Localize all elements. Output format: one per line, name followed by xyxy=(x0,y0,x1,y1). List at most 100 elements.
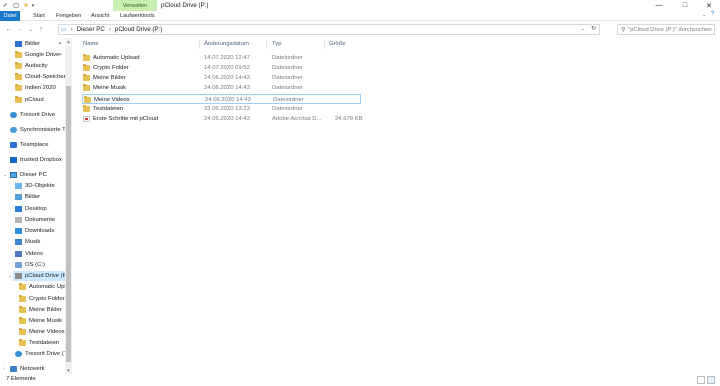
nav-item-teamplace[interactable]: Teamplace xyxy=(10,140,49,150)
breadcrumb-separator-icon: › xyxy=(70,26,73,33)
file-name: Automatic Upload xyxy=(93,55,140,61)
tab-view[interactable]: Ansicht xyxy=(87,11,113,21)
nav-item-musik[interactable]: Musik xyxy=(15,237,40,247)
quick-access-checkmark-icon[interactable]: ✓ xyxy=(1,1,10,10)
nav-item-trusted-dropbox[interactable]: trusted Dropbox xyxy=(10,155,62,165)
nav-item-synchronisierte[interactable]: Synchronisierte Tr xyxy=(10,125,67,135)
nav-scrollbar-thumb[interactable] xyxy=(66,86,71,362)
breadcrumb-pcloud-drive[interactable]: pCloud Drive (P:) xyxy=(115,26,162,33)
file-row[interactable]: Erste Schritte mit pCloud 24.06.2020 14:… xyxy=(82,114,363,124)
address-dropdown-icon[interactable]: ⌄ xyxy=(581,25,585,34)
dropbox-icon xyxy=(10,157,17,163)
network-icon xyxy=(10,366,17,372)
pcloud-drive-icon xyxy=(15,273,22,279)
folder-icon xyxy=(15,96,22,103)
file-name: Meine Bilder xyxy=(93,75,126,81)
tab-share[interactable]: Freigeben xyxy=(52,11,85,21)
folder-icon xyxy=(15,84,22,91)
folder-icon xyxy=(19,295,26,302)
column-header-type[interactable]: Typ xyxy=(272,39,282,50)
file-row[interactable]: Meine Bilder 24.06.2020 14:43 Dateiordne… xyxy=(82,73,361,83)
nav-item-bilder[interactable]: Bilder xyxy=(15,192,40,202)
file-row[interactable]: Meine Videos 24.06.2020 14:43 Dateiordne… xyxy=(82,94,361,104)
expand-chevron-icon[interactable]: ⌄ xyxy=(3,172,7,178)
nav-item-google-drive[interactable]: Google Drive xyxy=(15,50,59,60)
nav-item-tresorit-drive[interactable]: Tresorit Drive xyxy=(10,110,55,120)
nav-item-tresorit-drive-t[interactable]: Tresorit Drive (T: xyxy=(15,349,68,359)
sync-icon xyxy=(10,127,17,133)
chevron-down-icon[interactable]: ▾ xyxy=(30,1,36,10)
nav-item-automatic-upload[interactable]: Automatic Uplo xyxy=(19,282,69,292)
column-header-name[interactable]: Name xyxy=(83,39,99,50)
tresorit-drive-icon xyxy=(15,351,22,357)
nav-item-meine-videos[interactable]: Meine Videos xyxy=(19,327,65,337)
scroll-down-icon[interactable]: ▾ xyxy=(65,367,72,374)
nav-item-testdateien[interactable]: Testdateien xyxy=(19,338,59,348)
forward-arrow-icon[interactable]: → xyxy=(15,24,25,35)
tab-file[interactable]: Datei xyxy=(0,11,20,21)
nav-item-videos[interactable]: Videos xyxy=(15,249,43,259)
ribbon-expand-icon[interactable]: ⌄ xyxy=(702,12,706,18)
column-header-date[interactable]: Änderungsdatum xyxy=(204,39,249,50)
3d-objects-icon xyxy=(15,183,22,189)
address-bar[interactable]: ▭ › Dieser PC › pCloud Drive (P:) ⌄ ↻ xyxy=(58,24,600,35)
file-date: 14.07.2020 09:52 xyxy=(204,65,250,71)
nav-item-pcloud-drive[interactable]: pCloud Drive (P:) xyxy=(13,271,70,281)
nav-item-netzwerk[interactable]: Netzwerk xyxy=(10,364,45,374)
pin-icon: ✦ xyxy=(58,52,63,58)
file-date: 24.06.2020 14:43 xyxy=(204,75,250,81)
file-type: Dateiordner xyxy=(272,85,303,91)
nav-item-bilder-pinned[interactable]: Bilder xyxy=(15,39,40,49)
expand-chevron-icon[interactable]: ⌄ xyxy=(8,273,12,279)
help-icon[interactable]: ? xyxy=(711,11,714,17)
details-view-icon[interactable] xyxy=(697,376,705,384)
expand-chevron-icon[interactable]: › xyxy=(3,366,5,372)
nav-item-downloads[interactable]: Downloads xyxy=(15,226,54,236)
nav-item-3d-objekte[interactable]: 3D-Objekte xyxy=(15,181,55,191)
nav-item-indien-2020[interactable]: Indien 2020 xyxy=(15,83,56,93)
scroll-up-icon[interactable]: ▴ xyxy=(65,38,72,45)
back-arrow-icon[interactable]: ← xyxy=(4,24,14,35)
minimize-button[interactable]: — xyxy=(648,0,670,11)
recent-locations-chevron-icon[interactable]: ⌄ xyxy=(26,24,36,35)
file-date: 24.06.2020 14:43 xyxy=(204,85,250,91)
item-count: 7 Elemente xyxy=(6,376,36,382)
nav-item-pcloud[interactable]: pCloud xyxy=(15,95,44,105)
maximize-button[interactable]: □ xyxy=(674,0,696,11)
context-tab-manage[interactable]: Verwalten xyxy=(113,0,157,11)
nav-item-meine-musik[interactable]: Meine Musik xyxy=(19,316,62,326)
nav-item-cloud-speicher[interactable]: Cloud-Speicher xyxy=(15,72,66,82)
folder-icon xyxy=(83,54,90,61)
search-input[interactable]: ⚲ "pCloud Drive (P:)" durchsuchen xyxy=(617,24,715,35)
refresh-icon[interactable]: ↻ xyxy=(591,25,596,34)
file-row[interactable]: Automatic Upload 14.07.2020 12:47 Dateio… xyxy=(82,53,361,63)
file-type: Dateiordner xyxy=(272,65,303,71)
nav-item-desktop[interactable]: Desktop xyxy=(15,204,47,214)
nav-item-os-c[interactable]: OS (C:) xyxy=(15,260,45,270)
pc-icon xyxy=(10,172,17,178)
large-icons-view-icon[interactable] xyxy=(707,376,715,384)
tab-start[interactable]: Start xyxy=(29,11,49,21)
nav-item-crypto-folder[interactable]: Crypto Folder xyxy=(19,294,65,304)
up-arrow-icon[interactable]: ↑ xyxy=(36,24,46,35)
close-button[interactable]: ✕ xyxy=(698,0,720,11)
tab-drive-tools[interactable]: Laufwerktools xyxy=(116,11,159,21)
nav-item-dokumente[interactable]: Dokumente xyxy=(15,215,55,225)
file-row[interactable]: Crypto Folder 14.07.2020 09:52 Dateiordn… xyxy=(82,63,361,73)
column-divider[interactable] xyxy=(324,40,325,49)
column-header-size[interactable]: Größe xyxy=(329,39,346,50)
file-row[interactable]: Testdateien 23.06.2020 13:23 Dateiordner xyxy=(82,104,361,114)
new-folder-icon[interactable]: ■ xyxy=(22,1,30,10)
nav-item-meine-bilder[interactable]: Meine Bilder xyxy=(19,305,62,315)
nav-item-audacity[interactable]: Audacity xyxy=(15,61,48,71)
downloads-icon xyxy=(15,228,22,234)
file-row[interactable]: Meine Musik 24.06.2020 14:43 Dateiordner xyxy=(82,83,361,93)
status-bar: 7 Elemente xyxy=(0,374,720,386)
breadcrumb-this-pc[interactable]: Dieser PC xyxy=(77,26,105,33)
folder-icon xyxy=(83,84,90,91)
properties-icon[interactable]: ▢ xyxy=(12,1,20,10)
window-title: pCloud Drive (P:) xyxy=(161,2,209,9)
column-divider[interactable] xyxy=(266,40,267,49)
nav-item-this-pc[interactable]: Dieser PC xyxy=(10,170,47,180)
column-divider[interactable] xyxy=(199,40,200,49)
